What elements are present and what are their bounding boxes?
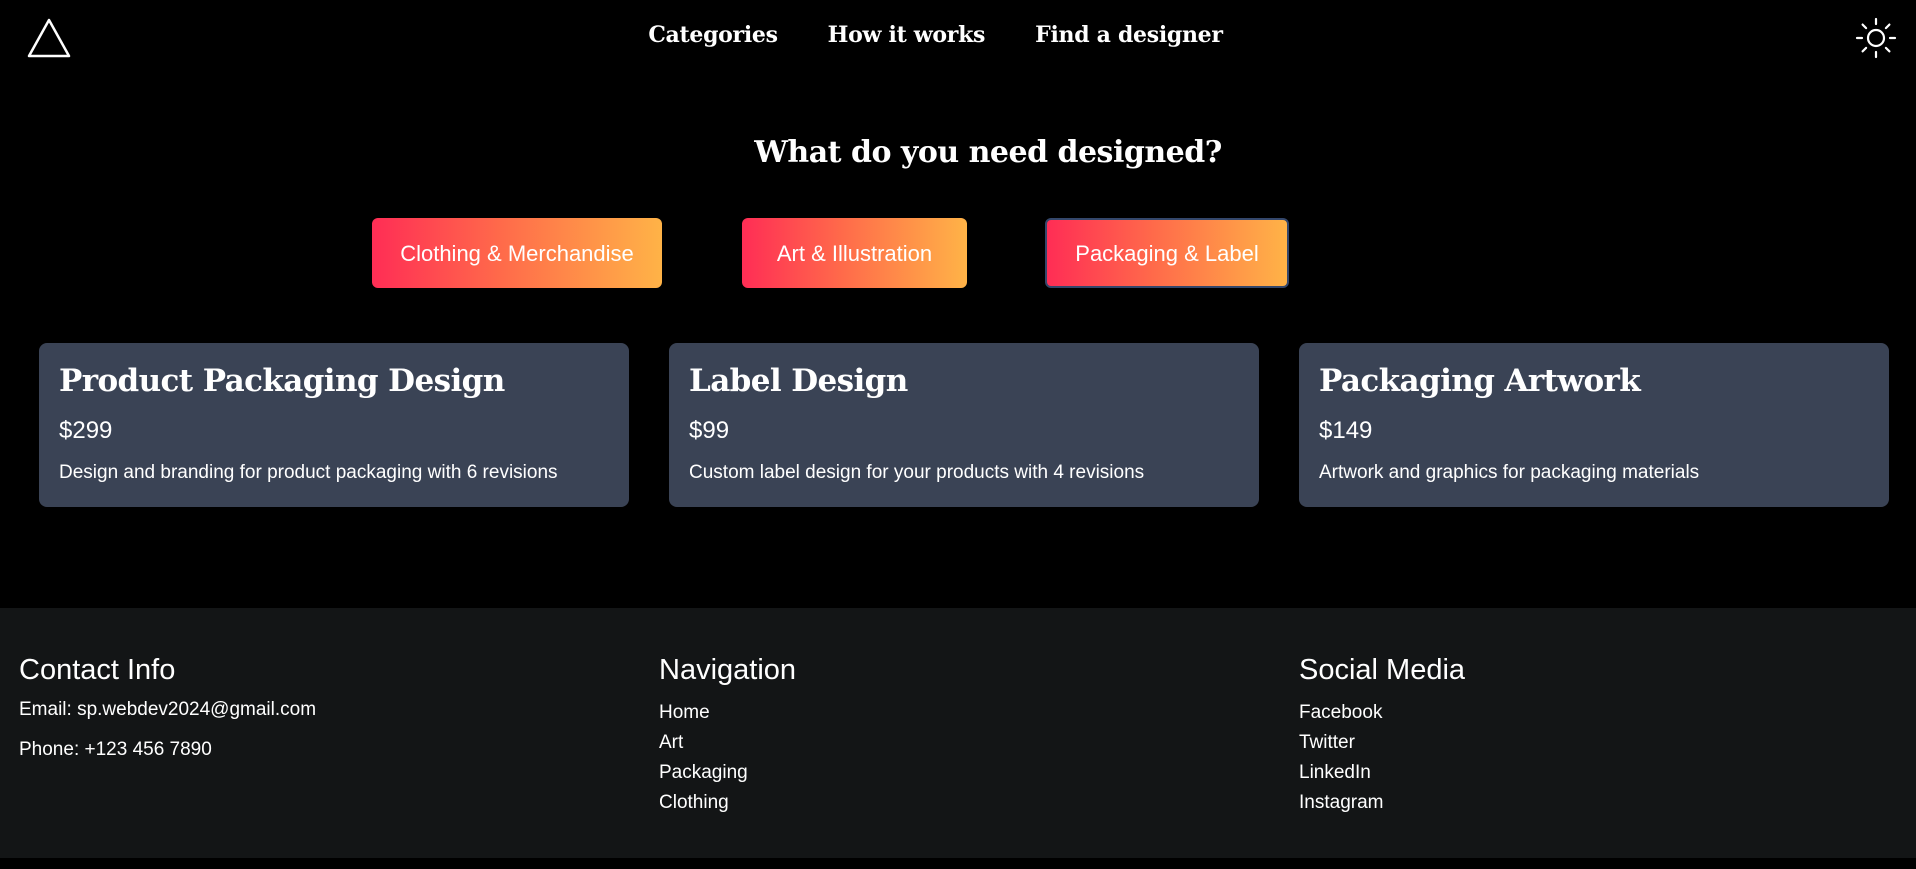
service-price: $99 <box>689 417 730 444</box>
service-card[interactable]: Label Design $99 Custom label design for… <box>669 343 1259 507</box>
footer-contact: Contact Info Email: sp.webdev2024@gmail.… <box>19 652 619 778</box>
service-description: Artwork and graphics for packaging mater… <box>1319 462 1700 483</box>
sun-icon[interactable] <box>1854 16 1898 60</box>
footer-heading-contact: Contact Info <box>19 654 176 686</box>
footer-link-linkedin[interactable]: LinkedIn <box>1299 758 1899 788</box>
page-title: What do you need designed? <box>754 135 1222 171</box>
footer-heading-social: Social Media <box>1299 654 1466 686</box>
site-header: Categories How it works Find a designer <box>0 0 1916 78</box>
nav-link-find-designer[interactable]: Find a designer <box>1035 22 1223 48</box>
footer-link-twitter[interactable]: Twitter <box>1299 728 1899 758</box>
footer-link-packaging[interactable]: Packaging <box>659 758 1259 788</box>
service-description: Custom label design for your products wi… <box>689 462 1145 483</box>
footer-link-art[interactable]: Art <box>659 728 1259 758</box>
service-price: $299 <box>59 417 113 444</box>
category-button-clothing[interactable]: Clothing & Merchandise <box>372 218 662 288</box>
nav-link-categories[interactable]: Categories <box>648 22 778 48</box>
footer-link-instagram[interactable]: Instagram <box>1299 788 1899 818</box>
footer-link-home[interactable]: Home <box>659 698 1259 728</box>
service-title: Label Design <box>689 363 908 399</box>
contact-phone: Phone: +123 456 7890 <box>19 739 212 760</box>
page: Categories How it works Find a designer … <box>0 0 1916 869</box>
site-footer: Contact Info Email: sp.webdev2024@gmail.… <box>0 608 1916 858</box>
service-card[interactable]: Packaging Artwork $149 Artwork and graph… <box>1299 343 1889 507</box>
nav-link-how-it-works[interactable]: How it works <box>828 22 986 48</box>
footer-heading-navigation: Navigation <box>659 654 797 686</box>
service-title: Packaging Artwork <box>1319 363 1641 399</box>
category-button-art[interactable]: Art & Illustration <box>742 218 967 288</box>
footer-link-clothing[interactable]: Clothing <box>659 788 1259 818</box>
footer-social: Social Media Facebook Twitter LinkedIn I… <box>1299 652 1899 818</box>
service-card[interactable]: Product Packaging Design $299 Design and… <box>39 343 629 507</box>
category-button-packaging[interactable]: Packaging & Label <box>1045 218 1289 288</box>
main-nav: Categories How it works Find a designer <box>0 22 1916 48</box>
footer-link-facebook[interactable]: Facebook <box>1299 698 1899 728</box>
contact-email: Email: sp.webdev2024@gmail.com <box>19 699 317 720</box>
service-title: Product Packaging Design <box>59 363 505 399</box>
service-price: $149 <box>1319 417 1373 444</box>
footer-navigation: Navigation Home Art Packaging Clothing <box>659 652 1259 818</box>
service-description: Design and branding for product packagin… <box>59 462 558 483</box>
